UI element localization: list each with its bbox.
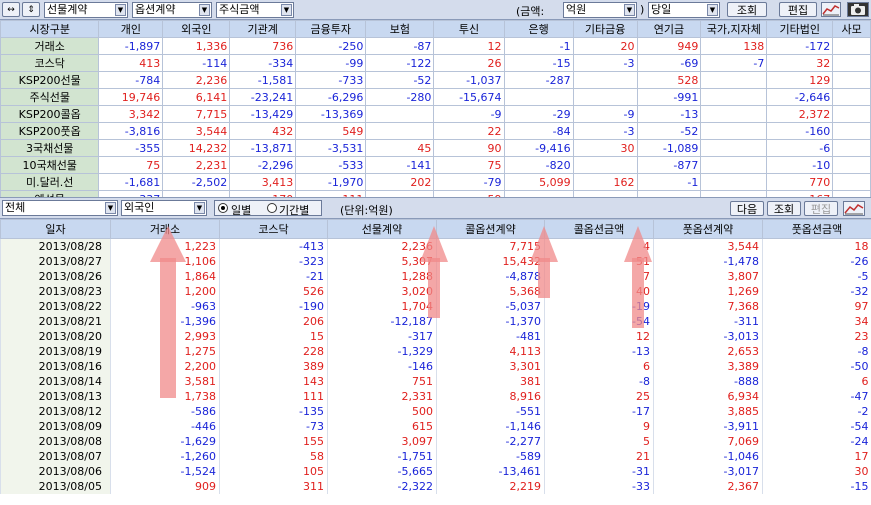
annotation-arrows	[150, 226, 652, 398]
arrow-up-icon	[150, 226, 186, 398]
arrow-up-icon	[420, 226, 448, 318]
arrow-up-icon	[624, 226, 652, 328]
arrow-up-icon	[530, 226, 558, 298]
